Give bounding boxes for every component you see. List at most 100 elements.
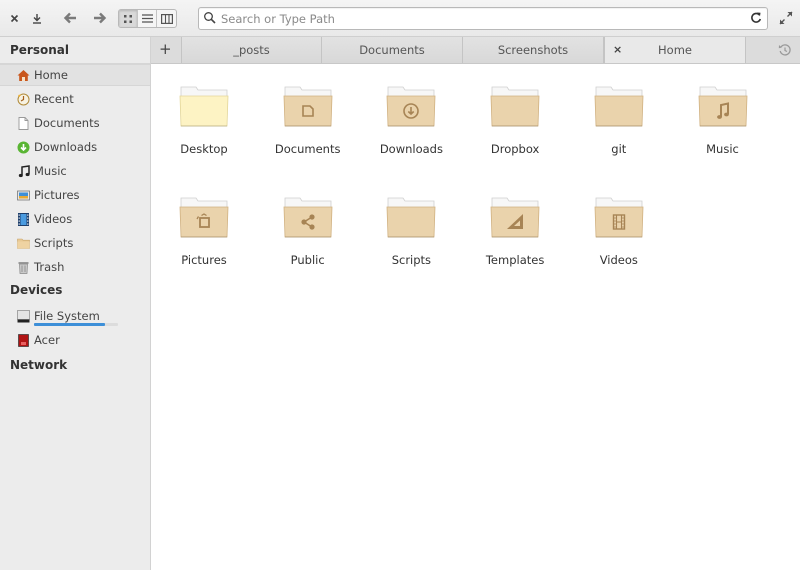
icon-view-button[interactable] <box>119 10 138 27</box>
search-icon <box>204 12 216 24</box>
folder-label: Public <box>290 253 325 267</box>
arrow-left-icon <box>63 12 76 24</box>
folder-label: Music <box>706 142 739 156</box>
folder-icon <box>283 197 333 238</box>
sidebar-item-label: Downloads <box>34 140 98 154</box>
folder-label: Videos <box>599 253 638 267</box>
sidebar-item-home[interactable]: Home <box>0 64 150 86</box>
tab-label: Documents <box>359 43 425 57</box>
download-icon <box>17 141 30 154</box>
videos-icon <box>17 212 30 226</box>
sidebar-item-label: Videos <box>34 212 73 226</box>
tab-label: _posts <box>233 43 270 57</box>
search-input[interactable] <box>221 10 741 27</box>
download-button[interactable] <box>27 8 47 28</box>
folder-label: Pictures <box>181 253 227 267</box>
folder-icon <box>490 197 540 238</box>
folder-label: Downloads <box>379 142 443 156</box>
arrow-right-icon <box>94 12 107 24</box>
folder-icon <box>386 86 436 127</box>
folder-label: Scripts <box>391 253 432 267</box>
sidebar-item-downloads[interactable]: Downloads <box>0 136 150 158</box>
folder-icon <box>490 86 540 127</box>
tab-label: Screenshots <box>497 43 569 57</box>
sidebar-item-scripts[interactable]: Scripts <box>0 232 150 254</box>
close-icon <box>10 14 18 22</box>
folder-item[interactable]: Videos <box>567 175 667 275</box>
folder-item[interactable]: Documents <box>256 64 356 164</box>
view-switcher <box>118 9 177 28</box>
back-button[interactable] <box>60 8 80 28</box>
sidebar-item-pictures[interactable]: Pictures <box>0 184 150 206</box>
tab-documents[interactable]: Documents <box>322 37 463 63</box>
tab-home[interactable]: × Home <box>604 37 746 63</box>
grid-icon <box>124 14 132 23</box>
folder-icon <box>179 197 229 238</box>
folder-item[interactable]: Downloads <box>359 64 459 164</box>
folder-icon <box>283 86 333 127</box>
removable-drive-icon <box>17 333 30 347</box>
pictures-icon <box>17 189 30 202</box>
recent-icon <box>17 93 30 106</box>
columns-icon <box>160 13 173 24</box>
folder-item[interactable]: Pictures <box>152 175 252 275</box>
list-view-button[interactable] <box>138 10 157 27</box>
trash-icon <box>17 261 30 274</box>
folder-item[interactable]: Scripts <box>359 175 459 275</box>
tab-bar: + _posts Documents Screenshots × Home <box>151 37 800 64</box>
folder-item[interactable]: Templates <box>463 175 563 275</box>
tab-close-button[interactable]: × <box>613 43 622 56</box>
fullscreen-icon[interactable] <box>778 10 794 26</box>
drive-icon <box>17 309 30 323</box>
folder-icon <box>698 86 747 127</box>
download-icon <box>33 13 41 24</box>
sidebar-item-documents[interactable]: Documents <box>0 112 150 134</box>
sidebar-item-recent[interactable]: Recent <box>0 88 150 110</box>
reload-icon[interactable] <box>749 11 763 25</box>
document-icon <box>17 116 30 130</box>
folder-label: Templates <box>485 253 545 267</box>
folder-label: Documents <box>274 142 341 156</box>
folder-icon <box>594 197 644 238</box>
folder-item[interactable]: Desktop <box>152 64 252 164</box>
file-manager-window: Personal Home Recent Documents Downloads… <box>0 0 800 570</box>
sidebar-item-label: Trash <box>34 260 65 274</box>
home-icon <box>17 69 30 82</box>
sidebar-item-music[interactable]: Music <box>0 160 150 182</box>
sidebar-item-label: Home <box>34 68 68 82</box>
close-button[interactable] <box>4 8 24 28</box>
tab-label: Home <box>658 43 692 57</box>
folder-item[interactable]: git <box>567 64 667 164</box>
folder-label: Desktop <box>180 142 228 156</box>
sidebar-item-label: Music <box>34 164 67 178</box>
sidebar-item-videos[interactable]: Videos <box>0 208 150 230</box>
folder-icon <box>17 237 30 250</box>
forward-button[interactable] <box>90 8 110 28</box>
folder-label: git <box>611 142 627 156</box>
sidebar-item-label: Acer <box>34 333 60 347</box>
disk-usage-fill <box>34 323 106 326</box>
sidebar-item-acer[interactable]: Acer <box>0 329 150 351</box>
folder-label: Dropbox <box>490 142 540 156</box>
column-view-button[interactable] <box>157 10 176 27</box>
section-title-network: Network <box>10 358 68 372</box>
music-icon <box>17 164 30 178</box>
folder-icon <box>179 86 229 127</box>
folder-icon <box>594 86 644 127</box>
sidebar-item-label: File System <box>34 309 100 323</box>
sidebar-item-trash[interactable]: Trash <box>0 256 150 278</box>
folder-item[interactable]: Public <box>256 175 356 275</box>
sidebar-item-label: Recent <box>34 92 74 106</box>
new-tab-button[interactable]: + <box>159 40 172 58</box>
folder-icon <box>386 197 436 238</box>
sidebar-item-label: Scripts <box>34 236 74 250</box>
icon-view-grid: Desktop Documents Downloads Dropbox git <box>151 64 800 570</box>
tab-screenshots[interactable]: Screenshots <box>463 37 604 63</box>
history-icon[interactable] <box>778 43 792 57</box>
folder-item[interactable]: Dropbox <box>463 64 563 164</box>
tab-posts[interactable]: _posts <box>181 37 322 63</box>
section-title-devices: Devices <box>10 283 63 297</box>
disk-usage-bar <box>34 323 118 326</box>
sidebar: Personal Home Recent Documents Downloads… <box>0 37 151 570</box>
folder-item[interactable]: Music <box>671 64 771 164</box>
